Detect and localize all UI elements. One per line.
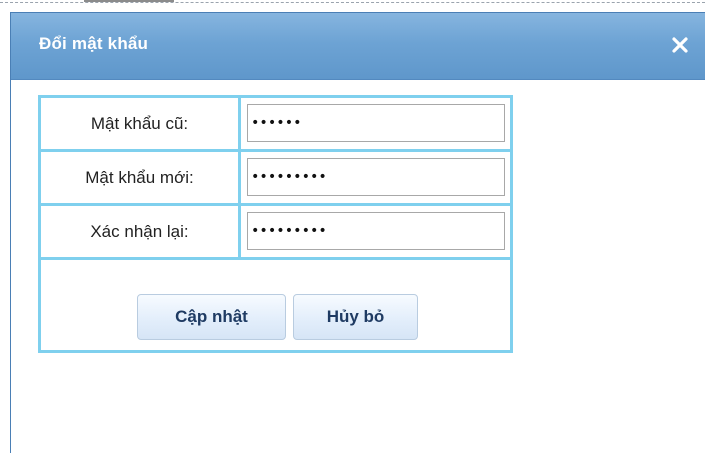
confirm-password-label: Xác nhận lại: — [41, 206, 241, 257]
dialog-titlebar[interactable]: Đổi mật khẩu — [11, 12, 705, 80]
dialog-title: Đổi mật khẩu — [39, 34, 149, 53]
new-password-label: Mật khẩu mới: — [41, 152, 241, 203]
background-strip — [0, 0, 705, 12]
new-password-input[interactable] — [247, 158, 505, 196]
change-password-dialog: Đổi mật khẩu Mật khẩu cũ: Mật khẩu mới: … — [10, 12, 705, 453]
close-icon[interactable] — [670, 35, 690, 55]
confirm-password-input[interactable] — [247, 212, 505, 250]
password-form: Mật khẩu cũ: Mật khẩu mới: Xác nhận lại:… — [38, 95, 513, 353]
background-text-fragment — [84, 0, 174, 6]
confirm-password-row: Xác nhận lại: — [41, 206, 510, 260]
button-row: Cập nhật Hủy bỏ — [41, 260, 510, 350]
old-password-row: Mật khẩu cũ: — [41, 98, 510, 152]
new-password-row: Mật khẩu mới: — [41, 152, 510, 206]
old-password-input[interactable] — [247, 104, 505, 142]
update-button[interactable]: Cập nhật — [137, 294, 286, 340]
old-password-label: Mật khẩu cũ: — [41, 98, 241, 149]
cancel-button[interactable]: Hủy bỏ — [293, 294, 418, 340]
